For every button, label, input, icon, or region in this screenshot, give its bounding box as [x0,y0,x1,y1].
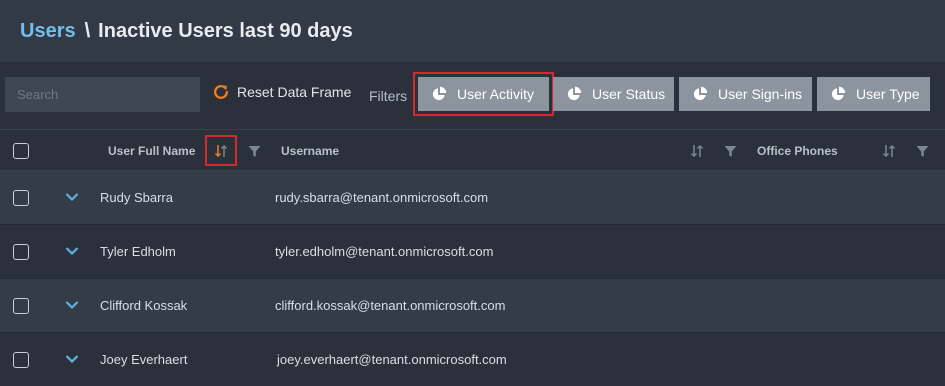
chevron-down-icon[interactable] [65,354,79,364]
row-checkbox[interactable] [13,244,29,260]
filter-user-sign-ins-button[interactable]: User Sign-ins [679,77,812,111]
column-header-username[interactable]: Username [281,144,339,158]
pie-chart-icon [567,86,582,101]
breadcrumb-separator: \ [84,20,91,42]
filter-button-label: User Status [592,86,666,102]
user-full-name-cell: Tyler Edholm [100,244,176,259]
filter-user-activity-button[interactable]: User Activity [413,72,554,116]
pie-chart-icon [831,86,846,101]
breadcrumb: Users \ Inactive Users last 90 days [20,20,353,43]
page-title: Inactive Users last 90 days [98,20,353,42]
username-cell: joey.everhaert@tenant.onmicrosoft.com [277,352,507,367]
user-full-name-cell: Joey Everhaert [100,352,188,367]
filter-icon[interactable] [724,145,737,158]
filter-icon[interactable] [916,145,929,158]
filter-button-label: User Type [856,86,920,102]
chevron-down-icon[interactable] [65,300,79,310]
column-header-user-full-name[interactable]: User Full Name [108,144,195,158]
chevron-down-icon[interactable] [65,246,79,256]
search-input[interactable] [5,77,200,112]
table-header: User Full Name Username Office Phones [0,129,945,171]
username-cell: tyler.edholm@tenant.onmicrosoft.com [275,244,494,259]
reset-label: Reset Data Frame [237,84,352,100]
page-header: Users \ Inactive Users last 90 days [0,0,945,62]
user-full-name-cell: Rudy Sbarra [100,190,173,205]
pie-chart-icon [432,86,447,101]
table-row[interactable]: Tyler Edholm tyler.edholm@tenant.onmicro… [0,225,945,279]
row-checkbox[interactable] [13,352,29,368]
column-header-office-phones[interactable]: Office Phones [757,144,838,158]
user-full-name-cell: Clifford Kossak [100,298,188,313]
table-row[interactable]: Rudy Sbarra rudy.sbarra@tenant.onmicroso… [0,171,945,225]
filter-user-status-button[interactable]: User Status [553,77,674,111]
reset-icon [214,84,229,99]
table-row[interactable]: Clifford Kossak clifford.kossak@tenant.o… [0,279,945,333]
filter-icon[interactable] [248,145,261,158]
chevron-down-icon[interactable] [65,192,79,202]
row-checkbox[interactable] [13,190,29,206]
select-all-checkbox[interactable] [13,143,29,159]
username-cell: rudy.sbarra@tenant.onmicrosoft.com [275,190,489,205]
row-checkbox[interactable] [13,298,29,314]
sort-icon[interactable] [882,144,896,158]
sort-icon[interactable] [214,144,228,158]
pie-chart-icon [693,86,708,101]
toolbar: Reset Data Frame Filters User Activity U… [0,70,945,122]
reset-data-frame-button[interactable]: Reset Data Frame [212,83,351,101]
table-row[interactable]: Joey Everhaert joey.everhaert@tenant.onm… [0,333,945,386]
filters-label: Filters [369,88,408,104]
sort-icon[interactable] [690,144,704,158]
filter-button-label: User Activity [457,86,535,102]
breadcrumb-users-link[interactable]: Users [20,20,76,42]
username-cell: clifford.kossak@tenant.onmicrosoft.com [275,298,506,313]
filter-button-label: User Sign-ins [718,86,803,102]
filter-user-type-button[interactable]: User Type [817,77,930,111]
